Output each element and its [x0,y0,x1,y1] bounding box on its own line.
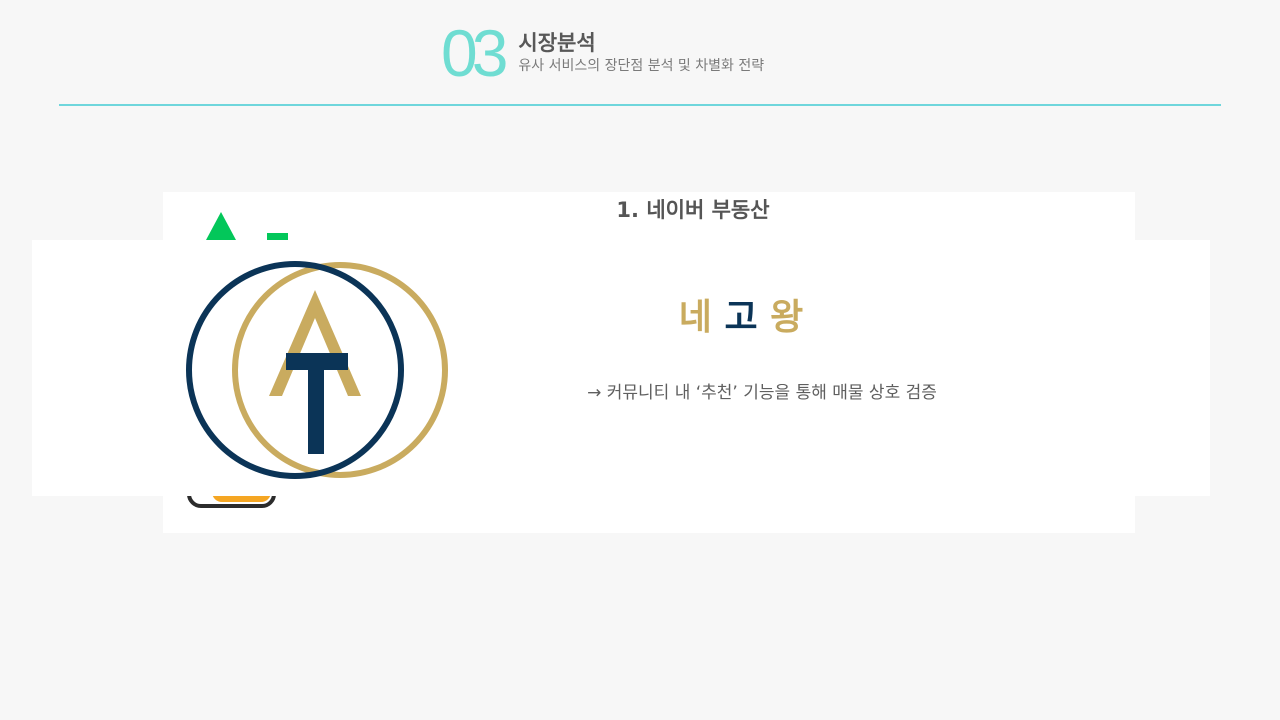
brand-name-part-1: 네 [678,297,712,338]
slide: 03 시장분석 유사 서비스의 장단점 분석 및 차별화 전략 1. 네이버 부… [0,0,1280,720]
section-header: 03 시장분석 유사 서비스의 장단점 분석 및 차별화 전략 [441,16,764,90]
section-heading: 시장분석 유사 서비스의 장단점 분석 및 차별화 전략 [518,30,764,75]
section-number: 03 [441,16,508,90]
at-monogram-logo-icon [186,261,448,479]
brand-name: 네 고 왕 [560,294,922,342]
section-title: 시장분석 [518,31,596,55]
brand-description: → 커뮤니티 내 ‘추천’ 기능을 통해 매물 상호 검증 [587,383,937,403]
brand-name-part-2: 고 [724,297,758,338]
naver-card-title: 1. 네이버 부동산 [616,198,770,222]
section-subtitle: 유사 서비스의 장단점 분석 및 차별화 전략 [518,58,765,74]
naver-real-estate-logo-icon [206,212,288,240]
header-divider [59,104,1221,106]
brand-name-part-3: 왕 [770,297,804,338]
